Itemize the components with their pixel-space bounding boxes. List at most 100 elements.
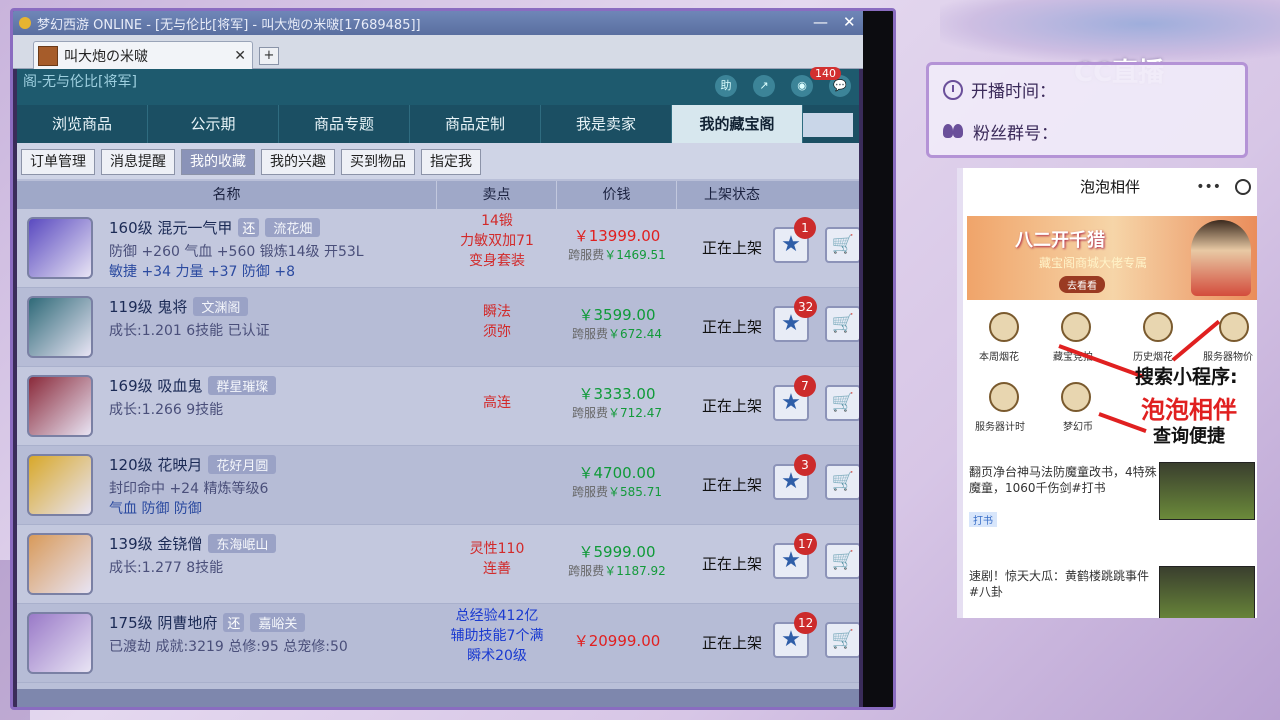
browser-tab[interactable]: 叫大炮の米啵 ✕ [33, 41, 253, 69]
item-name[interactable]: 175级 阴曹地府 [109, 612, 217, 633]
minimize-button[interactable]: — [813, 13, 828, 31]
price-cell: ￥4700.00 跨服费￥585.71 [557, 462, 677, 500]
stream-info-box: 开播时间： 粉丝群号： [926, 62, 1248, 158]
record-icon[interactable]: ◉ [791, 75, 813, 97]
tab-close-icon[interactable]: ✕ [234, 48, 246, 64]
table-row[interactable]: 119级 鬼将 文渊阁 成长:1.201 6技能 已认证 瞬法 须弥 ￥3599.0… [17, 288, 859, 367]
subtab-purchased[interactable]: 买到物品 [341, 149, 415, 175]
close-window-button[interactable]: ✕ [843, 13, 856, 31]
background-decoration [940, 0, 1280, 60]
tab-browse[interactable]: 浏览商品 [17, 105, 148, 143]
table-row[interactable]: 160级 混元一气甲 还 流花畑 防御 +260 气血 +560 锻炼14级 开… [17, 209, 859, 288]
fee-label: 跨服费 [568, 564, 605, 578]
side-black-panel [863, 11, 893, 707]
item-thumbnail[interactable] [27, 217, 93, 279]
selling-point: 辅助技能7个满 [450, 628, 544, 644]
tab-custom[interactable]: 商品定制 [410, 105, 541, 143]
item-thumbnail[interactable] [27, 375, 93, 437]
auction-icon [1061, 312, 1091, 342]
fee-value: ￥585.71 [608, 485, 662, 499]
banner-title: 八二开千猎 [1015, 230, 1105, 251]
cross-server-fee: 跨服费￥1187.92 [557, 562, 677, 579]
selling-points: 14锻 力敏双加71 变身套装 [437, 211, 557, 271]
item-attributes: 封印命中 +24 精炼等级6 [109, 481, 269, 497]
item-price: ￥13999.00 [573, 227, 661, 245]
share-icon[interactable]: ↗ [753, 75, 775, 97]
banner-subtitle: 藏宝阁商城大佬专属 [1039, 256, 1148, 270]
item-thumbnail[interactable] [27, 454, 93, 516]
selling-point: 高连 [483, 395, 511, 411]
selling-points: 瞬法 须弥 [437, 302, 557, 342]
status-bar [17, 689, 859, 707]
news-item-image [1159, 566, 1255, 618]
page-header: 阁-无与伦比[将军] 助 ↗ ◉ 💬 140 [17, 67, 859, 105]
cart-icon[interactable]: 🛒 [825, 622, 859, 658]
selling-point: 力敏双加71 [460, 233, 534, 249]
table-row[interactable]: 175级 阴曹地府 还 嘉峪关 已渡劫 成就:3219 总修:95 总宠修:50… [17, 604, 859, 683]
cart-icon[interactable]: 🛒 [825, 385, 859, 421]
server-tag: 东海岷山 [208, 534, 277, 553]
timer-icon [989, 382, 1019, 412]
tab-topics[interactable]: 商品专题 [279, 105, 410, 143]
subtab-favorites[interactable]: 我的收藏 [181, 149, 255, 175]
item-thumbnail[interactable] [27, 612, 93, 674]
selling-point: 14锻 [481, 213, 513, 229]
server-tag: 嘉峪关 [250, 613, 306, 632]
subtab-assigned[interactable]: 指定我 [421, 149, 481, 175]
item-name[interactable]: 120级 花映月 [109, 454, 202, 475]
mini-program-title: 泡泡相伴 [1079, 178, 1140, 196]
cross-server-fee: 跨服费￥672.44 [557, 325, 677, 342]
listing-status: 正在上架 [701, 634, 762, 652]
item-title-line: 139级 金铙僧 东海岷山 [109, 533, 277, 554]
item-attributes: 成长:1.201 6技能 已认证 [109, 323, 270, 339]
sub-tabs: 订单管理 消息提醒 我的收藏 我的兴趣 买到物品 指定我 [17, 143, 859, 179]
table-row[interactable]: 120级 花映月 花好月圆 封印命中 +24 精炼等级6 气血 防御 防御 ￥47… [17, 446, 859, 525]
help-icon[interactable]: 助 [715, 75, 737, 97]
item-name[interactable]: 119级 鬼将 [109, 296, 187, 317]
new-tab-button[interactable]: + [259, 47, 279, 65]
character-image [1191, 220, 1251, 296]
cart-icon[interactable]: 🛒 [825, 543, 859, 579]
mini-item-label: 梦幻币 [1063, 422, 1093, 433]
clock-icon [943, 79, 963, 100]
promo-banner: 八二开千猎 藏宝阁商城大佬专属 去看看 [967, 216, 1257, 300]
column-header-status: 上架状态 [704, 187, 760, 203]
selling-point: 灵性110 [469, 541, 525, 557]
item-thumbnail[interactable] [27, 296, 93, 358]
live-time-label: 开播时间： [971, 82, 1056, 102]
tab-search-box[interactable] [803, 113, 853, 137]
listing-status: 正在上架 [701, 397, 762, 415]
column-header-name: 名称 [17, 181, 437, 209]
selling-point: 瞬法 [483, 304, 511, 320]
item-title-line: 160级 混元一气甲 还 流花畑 [109, 217, 321, 238]
favorite-count-badge: 1 [794, 217, 816, 239]
cart-icon[interactable]: 🛒 [825, 306, 859, 342]
favorite-count-badge: 32 [794, 296, 818, 318]
history-icon [1143, 312, 1173, 342]
selling-points: 灵性110 连善 [437, 539, 557, 579]
subtab-orders[interactable]: 订单管理 [21, 149, 95, 175]
cross-server-fee: 跨服费￥585.71 [557, 483, 677, 500]
tab-seller[interactable]: 我是卖家 [541, 105, 672, 143]
fan-group-row: 粉丝群号： [943, 119, 1058, 144]
subtab-notifications[interactable]: 消息提醒 [101, 149, 175, 175]
item-name[interactable]: 139级 金铙僧 [109, 533, 202, 554]
listing-status: 正在上架 [701, 239, 762, 257]
listing-status: 正在上架 [701, 555, 762, 573]
item-name[interactable]: 160级 混元一气甲 [109, 217, 232, 238]
main-tabs: 浏览商品 公示期 商品专题 商品定制 我是卖家 我的藏宝阁 [17, 105, 859, 143]
item-thumbnail[interactable] [27, 533, 93, 595]
live-time-row: 开播时间： [943, 77, 1056, 102]
item-attributes: 成长:1.277 8技能 [109, 560, 224, 576]
subtab-interests[interactable]: 我的兴趣 [261, 149, 335, 175]
cart-icon[interactable]: 🛒 [825, 227, 859, 263]
item-name[interactable]: 169级 吸血鬼 [109, 375, 202, 396]
item-title-line: 119级 鬼将 文渊阁 [109, 296, 249, 317]
table-row[interactable]: 169级 吸血鬼 群星璀璨 成长:1.266 9技能 高连 ￥3333.00 跨服… [17, 367, 859, 446]
cross-server-fee: 跨服费￥1469.51 [557, 246, 677, 263]
tab-my-pavilion[interactable]: 我的藏宝阁 [672, 105, 803, 143]
tab-public-period[interactable]: 公示期 [148, 105, 279, 143]
selling-point: 瞬术20级 [467, 648, 527, 664]
cart-icon[interactable]: 🛒 [825, 464, 859, 500]
table-row[interactable]: 139级 金铙僧 东海岷山 成长:1.277 8技能 灵性110 连善 ￥5999.… [17, 525, 859, 604]
